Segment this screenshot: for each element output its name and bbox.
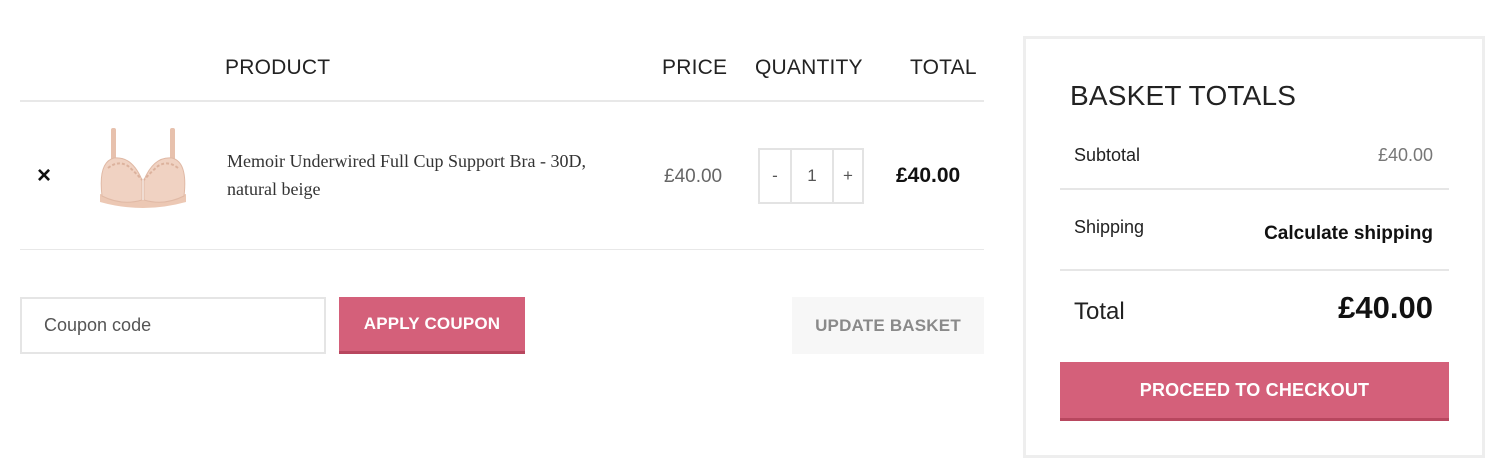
quantity-increase-button[interactable]: + [834,150,862,202]
product-name-link[interactable]: Memoir Underwired Full Cup Support Bra -… [227,147,637,203]
total-label: Total [1074,298,1125,325]
line-total: £40.00 [896,164,961,187]
remove-item-icon[interactable]: × [37,164,51,188]
apply-coupon-button[interactable]: APPLY COUPON [339,297,525,354]
product-price: £40.00 [664,166,723,187]
product-thumbnail[interactable] [88,122,198,222]
column-header-product: PRODUCT [225,56,331,79]
subtotal-row: Subtotal £40.00 [1060,121,1449,190]
column-header-total: TOTAL [910,56,977,79]
proceed-to-checkout-button[interactable]: PROCEED TO CHECKOUT [1060,362,1449,421]
shipping-label: Shipping [1074,217,1145,237]
cart-header-row: PRODUCT PRICE QUANTITY TOTAL [20,0,984,102]
calculate-shipping-link[interactable]: Calculate shipping [1264,223,1433,245]
quantity-stepper: - 1 + [758,148,864,204]
basket-totals-panel: BASKET TOTALS Subtotal £40.00 Shipping C… [1023,36,1485,458]
quantity-decrease-button[interactable]: - [760,150,792,202]
shipping-row: Shipping Calculate shipping [1060,190,1449,271]
quantity-input[interactable]: 1 [792,150,834,202]
coupon-code-input[interactable] [20,297,326,354]
cart-item-row: × Memoir Underwired Full Cup Support Bra… [20,102,984,250]
basket-totals-title: BASKET TOTALS [1070,80,1297,111]
total-value: £40.00 [1338,290,1433,325]
subtotal-label: Subtotal [1074,145,1141,165]
column-header-price: PRICE [662,56,728,79]
subtotal-value: £40.00 [1377,145,1433,165]
column-header-quantity: QUANTITY [755,56,863,79]
bra-product-icon [100,128,186,208]
order-total-row: Total £40.00 [1060,271,1449,359]
cart-table: PRODUCT PRICE QUANTITY TOTAL × Memoir Un… [20,0,984,250]
update-basket-button[interactable]: UPDATE BASKET [792,297,984,354]
